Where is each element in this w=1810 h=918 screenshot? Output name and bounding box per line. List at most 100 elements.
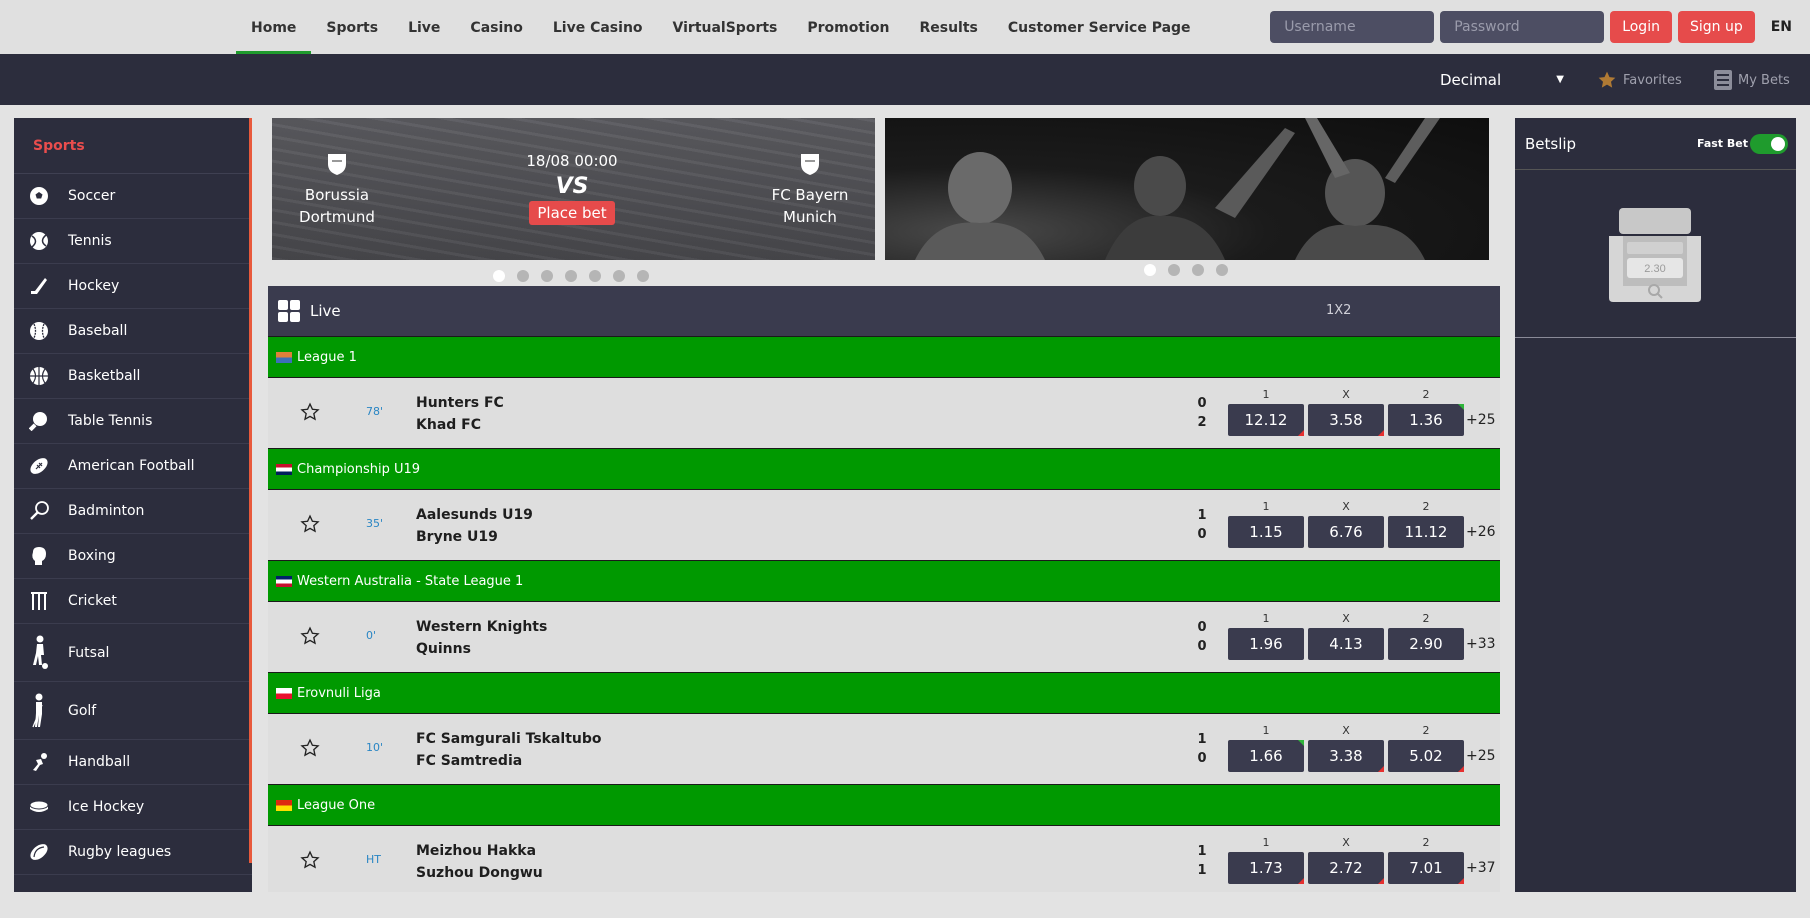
odds-button-away[interactable]: 11.12 (1388, 516, 1464, 548)
carousel-dot[interactable] (1216, 264, 1228, 276)
sidebar-item-label: Cricket (68, 593, 117, 609)
league-header[interactable]: Championship U19 (268, 448, 1500, 490)
odds-button-draw[interactable]: 3.38 (1308, 740, 1384, 772)
outcome-label: 2 (1422, 836, 1430, 849)
league-header[interactable]: Erovnuli Liga (268, 672, 1500, 714)
sidebar-item-hockey[interactable]: Hockey (14, 264, 252, 309)
betslip-panel: Betslip Fast Bet 2.30 (1515, 118, 1796, 892)
sidebar-item-golf[interactable]: Golf (14, 682, 252, 740)
favorite-star-icon[interactable] (300, 626, 320, 646)
featured-match-banner[interactable]: Borussia Dortmund 18/08 00:00 VS Place b… (272, 118, 875, 260)
odds-button-away[interactable]: 1.36 (1388, 404, 1464, 436)
away-score: 1 (1197, 863, 1207, 878)
sidebar-item-cricket[interactable]: Cricket (14, 579, 252, 624)
badminton-icon (28, 500, 50, 522)
odds-trend-down-icon (1378, 766, 1384, 772)
password-input[interactable] (1440, 11, 1605, 43)
favorite-star-icon[interactable] (300, 514, 320, 534)
away-team-name: Suzhou Dongwu (416, 865, 543, 881)
more-markets-link[interactable]: +25 (1466, 404, 1496, 436)
carousel-dot[interactable] (589, 270, 601, 282)
odds-format-select[interactable]: Decimal ▼ (1440, 66, 1564, 94)
sidebar-item-baseball[interactable]: Baseball (14, 309, 252, 354)
odds-button-away[interactable]: 2.90 (1388, 628, 1464, 660)
favorite-star-icon[interactable] (300, 850, 320, 870)
match-teams[interactable]: Aalesunds U19 Bryne U19 (416, 504, 533, 548)
odds-button-home[interactable]: 1.96 (1228, 628, 1304, 660)
nav-results[interactable]: Results (904, 0, 992, 54)
nav-live-casino[interactable]: Live Casino (538, 0, 658, 54)
nav-live[interactable]: Live (393, 0, 455, 54)
more-markets-link[interactable]: +37 (1466, 852, 1496, 884)
odds-button-home[interactable]: 1.66 (1228, 740, 1304, 772)
nav-sports[interactable]: Sports (311, 0, 393, 54)
username-input[interactable] (1270, 11, 1435, 43)
more-markets-link[interactable]: +33 (1466, 628, 1496, 660)
odds-button-draw[interactable]: 2.72 (1308, 852, 1384, 884)
fast-bet-toggle[interactable] (1750, 134, 1788, 154)
login-button[interactable]: Login (1610, 11, 1672, 43)
carousel-dot[interactable] (1192, 264, 1204, 276)
carousel-dot[interactable] (1144, 264, 1156, 276)
my-bets-link[interactable]: My Bets (1714, 68, 1790, 92)
signup-button[interactable]: Sign up (1677, 11, 1755, 43)
nav-promotion[interactable]: Promotion (792, 0, 904, 54)
sidebar-item-label: Badminton (68, 503, 145, 519)
sidebar-item-futsal[interactable]: Futsal (14, 624, 252, 682)
sidebar-item-badminton[interactable]: Badminton (14, 489, 252, 534)
more-markets-link[interactable]: +26 (1466, 516, 1496, 548)
language-selector[interactable]: EN (1771, 19, 1792, 35)
nav-customer-service[interactable]: Customer Service Page (993, 0, 1206, 54)
favorite-star-icon[interactable] (300, 738, 320, 758)
favorites-link[interactable]: Favorites (1597, 68, 1682, 92)
carousel-dot[interactable] (613, 270, 625, 282)
league-header[interactable]: League One (268, 784, 1500, 826)
carousel-dot[interactable] (1168, 264, 1180, 276)
odds-button-home[interactable]: 1.73 (1228, 852, 1304, 884)
league-header[interactable]: League 1 (268, 336, 1500, 378)
odds-button-draw[interactable]: 4.13 (1308, 628, 1384, 660)
odds-button-away[interactable]: 7.01 (1388, 852, 1464, 884)
sidebar-item-soccer[interactable]: Soccer (14, 174, 252, 219)
sidebar-item-handball[interactable]: Handball (14, 740, 252, 785)
home-score: 1 (1197, 508, 1207, 523)
sports-sidebar: Sports Soccer Tennis Hockey Baseball Bas… (14, 118, 252, 892)
nav-casino[interactable]: Casino (455, 0, 537, 54)
carousel-dot[interactable] (565, 270, 577, 282)
nav-virtual-sports[interactable]: VirtualSports (658, 0, 793, 54)
carousel-dot[interactable] (517, 270, 529, 282)
place-bet-button[interactable]: Place bet (529, 201, 615, 225)
nav-home[interactable]: Home (236, 0, 312, 54)
odds-value: 7.01 (1409, 859, 1443, 877)
carousel-dot[interactable] (637, 270, 649, 282)
betslip-title: Betslip (1525, 134, 1577, 153)
league-header[interactable]: Western Australia - State League 1 (268, 560, 1500, 602)
sidebar-item-tennis[interactable]: Tennis (14, 219, 252, 264)
handball-icon (28, 751, 50, 773)
sidebar-item-rugby-leagues[interactable]: Rugby leagues (14, 830, 252, 875)
outcome-label: 1 (1262, 836, 1270, 849)
carousel-dot[interactable] (541, 270, 553, 282)
sidebar-item-table-tennis[interactable]: Table Tennis (14, 399, 252, 444)
match-teams[interactable]: Western Knights Quinns (416, 616, 547, 660)
carousel-dot[interactable] (493, 270, 505, 282)
match-teams[interactable]: FC Samgurali Tskaltubo FC Samtredia (416, 728, 602, 772)
more-markets-link[interactable]: +25 (1466, 740, 1496, 772)
sidebar-item-boxing[interactable]: Boxing (14, 534, 252, 579)
sidebar-item-ice-hockey[interactable]: Ice Hockey (14, 785, 252, 830)
sidebar-item-basketball[interactable]: Basketball (14, 354, 252, 399)
odds-button-home[interactable]: 12.12 (1228, 404, 1304, 436)
home-score: 0 (1197, 620, 1207, 635)
favorite-star-icon[interactable] (300, 402, 320, 422)
outcome-label: 1 (1262, 500, 1270, 513)
odds-button-draw[interactable]: 3.58 (1308, 404, 1384, 436)
promo-banner-image[interactable] (885, 118, 1489, 260)
sidebar-item-american-football[interactable]: American Football (14, 444, 252, 489)
away-team-name: FC Bayern Munich (771, 186, 849, 226)
odds-button-draw[interactable]: 6.76 (1308, 516, 1384, 548)
odds-button-home[interactable]: 1.15 (1228, 516, 1304, 548)
match-teams[interactable]: Meizhou Hakka Suzhou Dongwu (416, 840, 543, 884)
home-team-name: FC Samgurali Tskaltubo (416, 731, 602, 747)
match-teams[interactable]: Hunters FC Khad FC (416, 392, 504, 436)
odds-button-away[interactable]: 5.02 (1388, 740, 1464, 772)
